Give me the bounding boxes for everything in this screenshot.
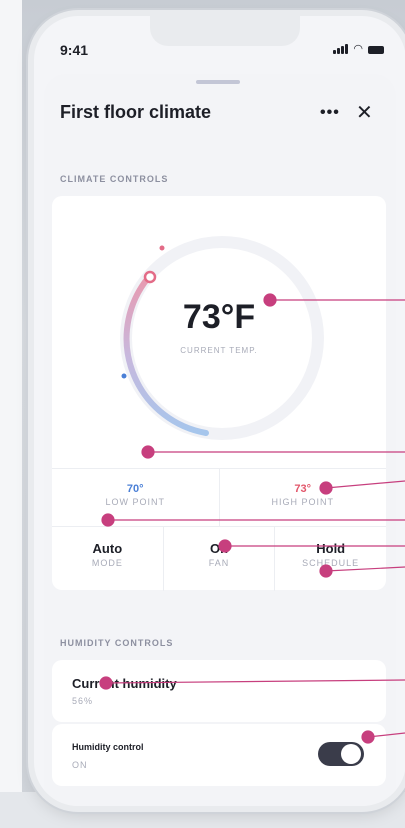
mode-label: MODE (91, 558, 123, 568)
fan-value: On (209, 541, 229, 556)
notch (150, 16, 300, 46)
signal-icon (333, 44, 349, 54)
set-points-row: 70° LOW POINT 73° HIGH POINT (52, 468, 386, 527)
mode-cell[interactable]: Auto MODE (52, 527, 163, 591)
close-icon[interactable]: ✕ (356, 100, 373, 125)
dial-high-marker (159, 245, 165, 251)
background-left (0, 0, 22, 828)
battery-icon (368, 46, 384, 54)
climate-card: 73°F CURRENT TEMP. 70° LOW POINT 73° HIG… (52, 196, 386, 591)
phone-frame: 9:41 ◠ First floor climate ••• ✕ CLIMATE… (34, 16, 405, 806)
humidity-control-toggle[interactable] (318, 742, 364, 766)
status-time: 9:41 (60, 42, 89, 58)
humidity-control-card: Humidity control ON (52, 724, 386, 786)
humidity-section-label: HUMIDITY CONTROLS (60, 638, 174, 648)
current-humidity-title: Current humidity (72, 676, 177, 691)
current-humidity-card: Current humidity 56% (52, 660, 386, 722)
current-humidity-value: 56% (72, 696, 94, 706)
high-point-cell[interactable]: 73° HIGH POINT (218, 469, 387, 527)
climate-section-label: CLIMATE CONTROLS (60, 174, 169, 184)
low-point-cell[interactable]: 70° LOW POINT (52, 469, 219, 527)
mode-value: Auto (92, 541, 123, 556)
schedule-value: Hold (316, 541, 346, 556)
schedule-cell[interactable]: Hold SCHEDULE (274, 527, 386, 591)
schedule-label: SCHEDULE (302, 558, 360, 568)
toggle-knob (341, 744, 361, 764)
wifi-icon: ◠ (353, 43, 363, 55)
dial-thumb (143, 270, 157, 284)
sheet-handle[interactable] (196, 80, 240, 84)
more-icon[interactable]: ••• (320, 104, 340, 122)
low-point-value: 70° (126, 483, 144, 495)
current-temperature: 73°F (182, 298, 256, 336)
bottom-sheet: First floor climate ••• ✕ CLIMATE CONTRO… (44, 74, 396, 806)
low-point-label: LOW POINT (105, 497, 165, 507)
modes-row: Auto MODE On FAN Hold SCHEDULE (52, 526, 386, 591)
current-temperature-label: CURRENT TEMP. (180, 346, 258, 355)
high-point-label: HIGH POINT (271, 497, 334, 507)
dial-low-marker (121, 373, 127, 379)
high-point-value: 73° (294, 483, 312, 495)
status-icons: ◠ (333, 43, 384, 55)
humidity-control-title: Humidity control (72, 742, 144, 752)
page-title: First floor climate (60, 102, 212, 122)
fan-label: FAN (208, 558, 230, 568)
fan-cell[interactable]: On FAN (162, 527, 275, 591)
humidity-control-value: ON (72, 760, 88, 770)
temperature-dial[interactable] (112, 228, 332, 448)
